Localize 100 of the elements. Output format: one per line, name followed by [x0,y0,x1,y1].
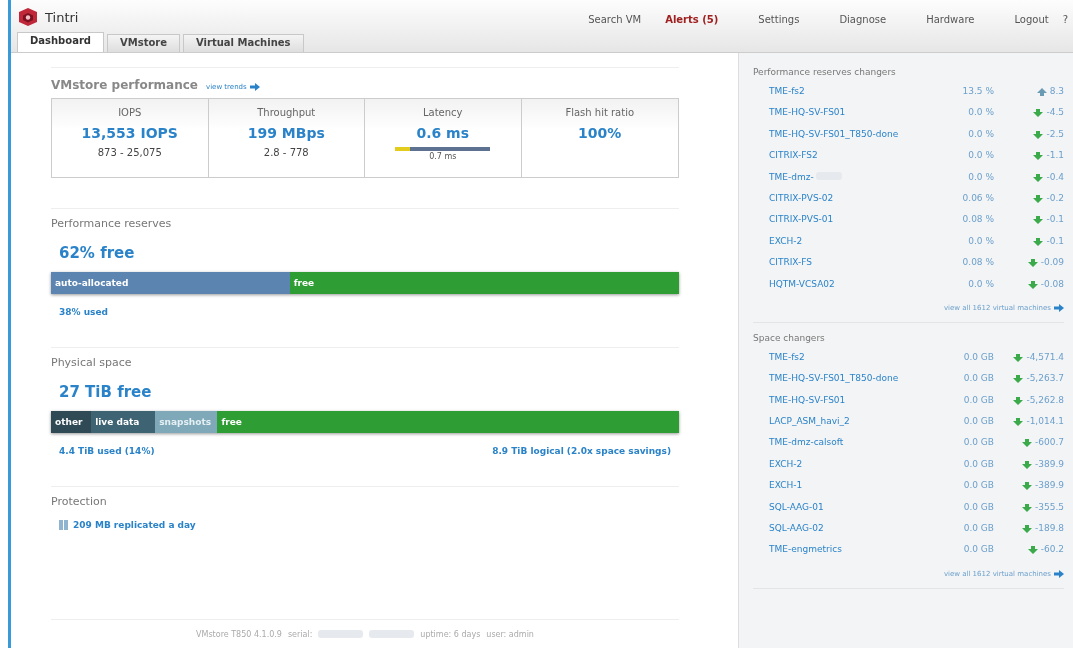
vm-link[interactable]: TME-fs2 [769,86,805,96]
metric-label: IOPS [118,107,142,118]
vm-link[interactable]: EXCH-1 [769,480,803,491]
change-value: -0.2 [1046,192,1064,203]
vm-value: 0.08 % [961,214,994,227]
replication-text: 209 MB replicated a day [73,520,196,530]
down-arrow-icon [1033,237,1044,246]
change-value: -0.1 [1046,214,1064,225]
down-arrow-icon [1022,482,1032,491]
vm-link[interactable]: HQTM-VCSA02 [769,278,835,289]
vm-link[interactable]: TME-HQ-SV-FS01_T850-done [769,128,899,139]
panel-title: Performance reserves changers [753,66,897,79]
change-value: -0.4 [1046,171,1064,182]
vm-link[interactable]: TME-fs2 [769,351,805,362]
down-arrow-icon [1022,439,1032,448]
nav-link[interactable]: Hardware [926,13,975,25]
vm-link[interactable]: SQL-AAG-01 [769,501,824,512]
nav-link[interactable]: Logout [1014,13,1049,25]
change-value: -1,014.1 [1026,416,1064,427]
down-arrow-icon [1033,194,1044,203]
logo-icon [17,7,39,27]
logo-text: Tintri [45,9,79,25]
vm-value: 0.08 % [961,257,994,270]
change-value: -389.9 [1035,458,1064,469]
change-value: -4.5 [1046,107,1064,118]
vm-value: 0.0 GB [962,458,994,471]
change-value: -0.1 [1046,235,1064,246]
tab[interactable]: Virtual Machines [183,34,304,52]
down-arrow-icon [1027,259,1038,268]
bar-segment: auto-allocated [51,272,290,294]
vm-value: 0.0 % [967,235,994,248]
section-title: Physical space [51,356,133,369]
vm-link[interactable]: LACP_ASM_havi_2 [769,416,850,427]
down-arrow-icon [1027,280,1038,289]
vm-value: 0.0 % [967,171,994,184]
tab[interactable]: VMstore [107,34,180,52]
vm-link[interactable]: TME-engmetrics [769,544,842,555]
change-value: -389.9 [1035,480,1064,491]
metric-label: Throughput [257,107,316,118]
vm-value: 0.0 GB [962,501,994,514]
vm-value: 0.0 GB [962,351,994,364]
bar-segment: free [289,272,679,294]
down-arrow-icon [1013,375,1024,384]
vm-value: 0.0 GB [962,373,994,386]
nav-link[interactable]: ? [1062,13,1068,25]
change-value: -600.7 [1035,437,1064,448]
metric-range: 2.8 - 778 [263,147,309,158]
vm-value: 0.0 GB [962,394,994,407]
vm-link[interactable]: CITRIX-PVS-02 [769,192,834,203]
vm-link[interactable]: EXCH-2 [769,458,803,469]
savings-note: 8.9 TiB logical (2.0x space savings) [492,446,671,456]
nav-link[interactable]: Search VM [588,13,642,25]
change-value: -1.1 [1046,150,1064,161]
panel-title: Space changers [753,331,826,345]
vm-value: 0.0 GB [962,480,994,493]
headline-value: 62% free [59,244,136,262]
metric-value: 199 MBps [247,125,325,141]
latency-reading: 0.7 ms [429,152,457,161]
vm-link[interactable]: TME-dmz- [769,171,814,182]
section-title: Protection [51,495,108,508]
footer-text: uptime: 6 days [420,629,481,639]
tab[interactable]: Dashboard [17,32,104,52]
nav-link[interactable]: Alerts (5) [665,13,719,25]
vm-link[interactable]: CITRIX-PVS-01 [769,214,834,225]
vm-value: 0.06 % [961,192,994,205]
nav-link[interactable]: Diagnose [839,13,887,25]
replication-icon [59,520,68,530]
bar-segment: live data [91,411,156,433]
change-value: 8.3 [1049,86,1064,96]
vm-link[interactable]: TME-dmz-calsoft [769,437,844,448]
vm-link[interactable]: CITRIX-FS [769,257,813,268]
metric-value: 13,553 IOPS [81,125,178,141]
footer-text: user: admin [486,629,534,639]
change-value: -355.5 [1035,501,1064,512]
vm-link[interactable]: TME-HQ-SV-FS01_T850-done [769,373,899,384]
metric-value: 100% [578,125,622,141]
vm-link[interactable]: SQL-AAG-02 [769,523,824,534]
vm-value: 0.0 GB [962,437,994,450]
vm-value: 13.5 % [961,86,994,98]
up-arrow-icon [1036,88,1047,96]
down-arrow-icon [1022,503,1032,512]
down-arrow-icon [1013,396,1024,405]
metric-range: 873 - 25,075 [97,147,162,158]
vm-link[interactable]: TME-HQ-SV-FS01 [769,394,846,405]
change-value: -60.2 [1040,544,1064,555]
usage-note: 38% used [59,307,108,317]
headline-value: 27 TiB free [59,383,153,401]
section-title: Performance reserves [51,217,173,230]
down-arrow-icon [1022,460,1032,469]
vm-link[interactable]: CITRIX-FS2 [769,150,818,161]
nav-link[interactable]: Settings [758,13,800,25]
vm-link[interactable]: EXCH-2 [769,235,803,246]
metric-label: Flash hit ratio [565,107,635,118]
down-arrow-icon [1027,546,1038,555]
vm-value: 0.0 GB [962,523,994,536]
metric-label: Latency [423,107,463,118]
vm-link[interactable]: TME-HQ-SV-FS01 [769,107,846,118]
change-value: -189.8 [1035,523,1064,534]
vm-value: 0.0 GB [962,416,994,429]
footer-text: VMstore T850 4.1.0.9 [196,629,282,639]
